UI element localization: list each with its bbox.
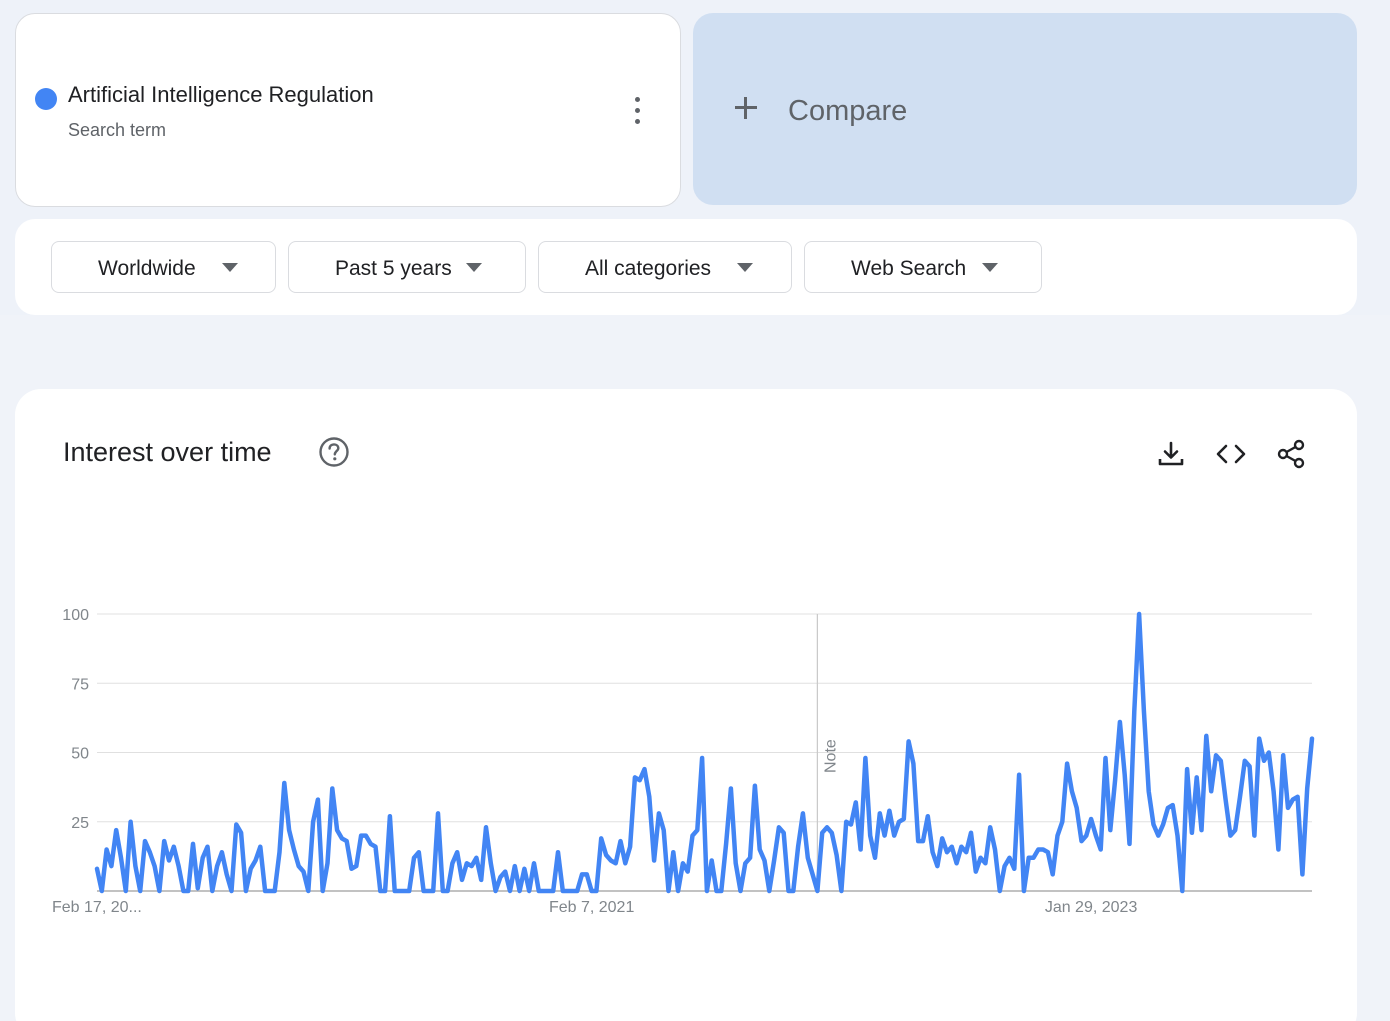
chevron-down-icon — [982, 263, 998, 272]
search-term-name[interactable]: Artificial Intelligence Regulation — [68, 82, 374, 108]
search-term-color-dot — [35, 88, 57, 110]
chevron-down-icon — [737, 263, 753, 272]
search-term-card[interactable]: Artificial Intelligence Regulation Searc… — [15, 13, 681, 207]
embed-code-icon[interactable] — [1214, 437, 1248, 471]
filter-bar: Worldwide Past 5 years All categories We… — [15, 219, 1357, 315]
search-term-subtitle: Search term — [68, 120, 167, 140]
interest-over-time-title: Interest over time — [63, 437, 272, 467]
category-dropdown[interactable]: All categories — [538, 241, 792, 293]
category-dropdown-label: All categories — [585, 257, 712, 280]
interest-over-time-card: Interest over time — [15, 389, 1357, 1021]
search-type-dropdown[interactable]: Web Search — [804, 241, 1042, 293]
chevron-down-icon — [222, 263, 238, 272]
time-range-dropdown[interactable]: Past 5 years — [288, 241, 526, 293]
chevron-down-icon — [466, 263, 482, 272]
compare-label: Compare — [788, 95, 908, 127]
search-type-dropdown-label: Web Search — [851, 257, 967, 280]
help-icon[interactable] — [318, 436, 350, 468]
more-options-icon[interactable] — [626, 94, 650, 128]
time-range-dropdown-label: Past 5 years — [335, 257, 452, 280]
share-icon[interactable] — [1274, 437, 1308, 471]
plus-icon — [733, 95, 759, 121]
download-icon[interactable] — [1154, 437, 1188, 471]
region-dropdown[interactable]: Worldwide — [51, 241, 276, 293]
compare-button[interactable]: Compare — [693, 13, 1357, 205]
region-dropdown-label: Worldwide — [98, 257, 196, 280]
